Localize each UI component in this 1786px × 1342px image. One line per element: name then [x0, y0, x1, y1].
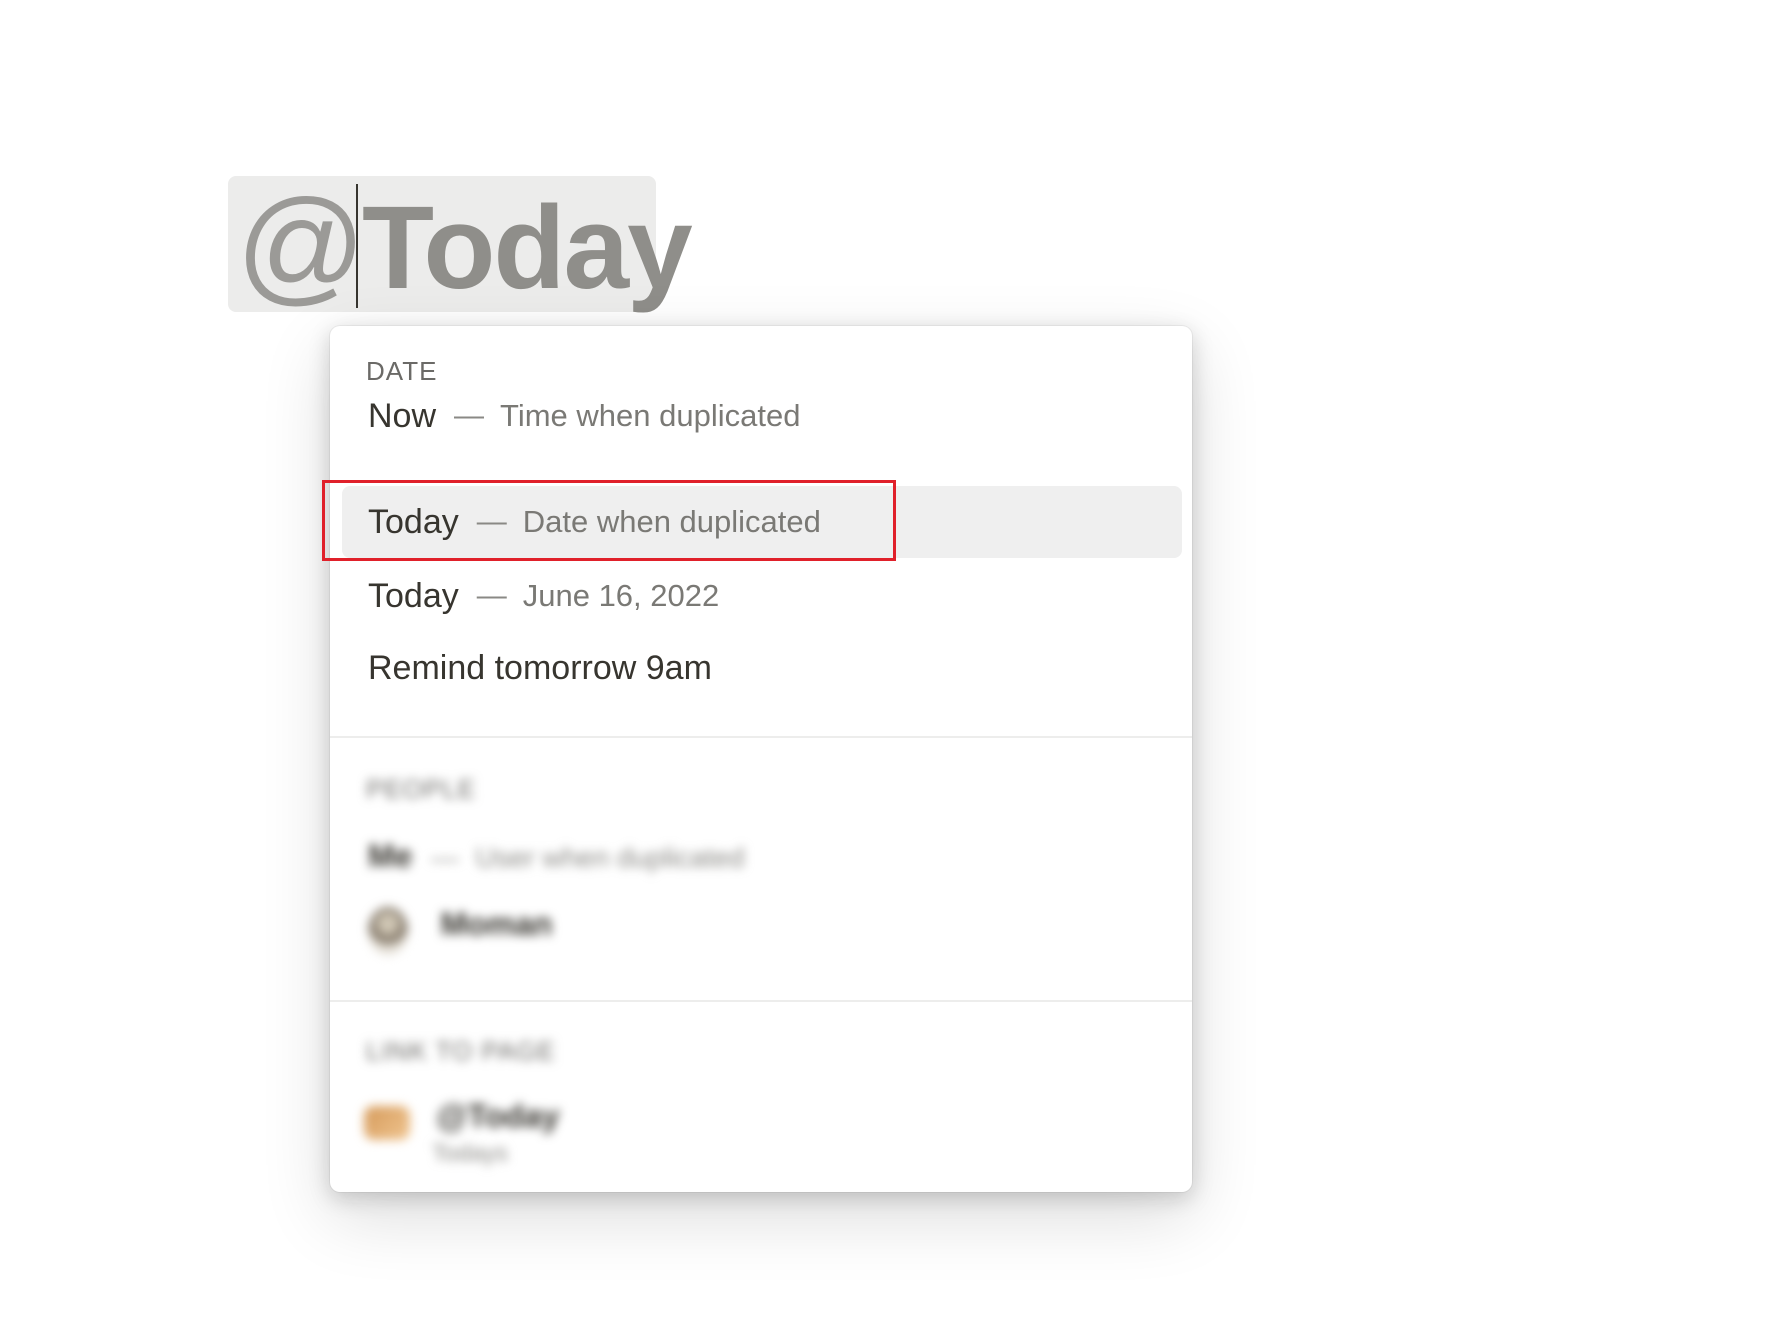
menu-item-title: Moman — [440, 906, 553, 942]
people-heading-text: PEOPLE — [366, 774, 477, 804]
menu-item-dash: — — [476, 579, 507, 612]
menu-item-me[interactable]: Me — User when duplicated — [368, 838, 745, 875]
menu-item-today-dynamic[interactable]: Today — Date when duplicated — [342, 486, 1182, 558]
menu-item-title: Today — [368, 502, 459, 541]
editor-canvas: @ Today DATE Now — Time when duplicated … — [0, 0, 1786, 1342]
menu-item-today-fixed[interactable]: Today — June 16, 2022 — [342, 560, 1182, 632]
menu-item-description: Time when duplicated — [500, 398, 801, 433]
menu-item-link-page[interactable]: @Today Todays — [364, 1098, 560, 1168]
menu-item-dash: — — [476, 505, 507, 538]
menu-item-description: User when duplicated — [475, 842, 745, 873]
avatar — [368, 906, 408, 955]
menu-item-title: Today — [368, 576, 459, 615]
menu-item-title: Now — [368, 396, 437, 435]
section-divider — [330, 1000, 1192, 1002]
menu-item-now[interactable]: Now — Time when duplicated — [342, 380, 1182, 452]
menu-item-subtitle: Todays — [432, 1139, 509, 1167]
section-divider — [330, 736, 1192, 738]
people-section-heading: PEOPLE — [366, 774, 476, 805]
page-icon — [364, 1105, 410, 1140]
menu-item-description: June 16, 2022 — [522, 578, 720, 613]
menu-item-title: Me — [368, 838, 413, 874]
at-symbol: @ — [236, 174, 366, 317]
menu-item-remind-tomorrow[interactable]: Remind tomorrow 9am — [342, 632, 1182, 704]
link-heading-text: LINK TO PAGE — [366, 1036, 556, 1066]
menu-item-dash: — — [430, 842, 459, 873]
menu-item-title: Remind tomorrow 9am — [368, 648, 712, 687]
menu-item-description: Date when duplicated — [522, 504, 821, 539]
mention-menu: DATE Now — Time when duplicated Today — … — [330, 326, 1192, 1192]
menu-item-dash: — — [454, 399, 485, 432]
menu-item-title: @Today — [436, 1098, 560, 1134]
menu-item-person[interactable]: Moman — [368, 906, 552, 955]
text-caret — [356, 184, 358, 308]
link-section-heading: LINK TO PAGE — [366, 1036, 556, 1067]
mention-query-text: Today — [362, 182, 693, 314]
